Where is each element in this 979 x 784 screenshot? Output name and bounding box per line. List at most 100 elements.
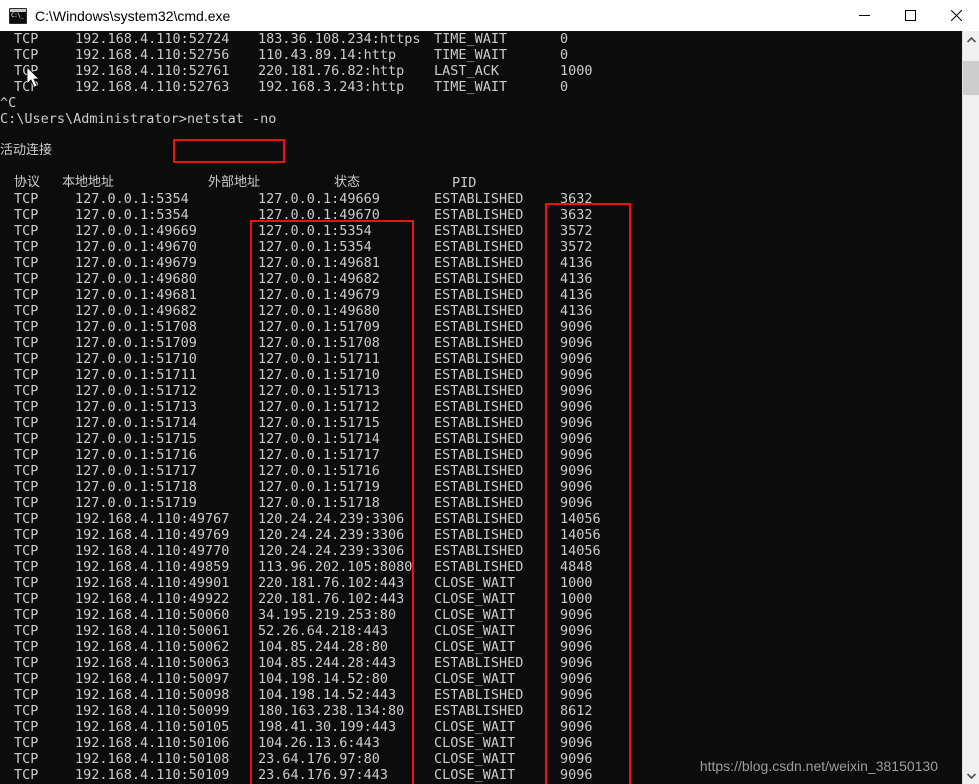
vertical-scrollbar[interactable] [962, 31, 979, 784]
col-proto: TCP [14, 223, 39, 239]
col-local: 192.168.4.110:50060 [75, 607, 230, 623]
col-foreign: 220.181.76.82:http [258, 63, 405, 79]
col-state: ESTABLISHED [434, 511, 524, 527]
col-proto: TCP [14, 575, 39, 591]
col-pid: 9096 [560, 719, 593, 735]
console-output-area[interactable]: TCP 192.168.4.110:52724 183.36.108.234:htt… [0, 31, 962, 784]
col-state: TIME_WAIT [434, 47, 508, 63]
col-state: CLOSE_WAIT [434, 719, 516, 735]
connection-row: TCP 127.0.0.1:51708 127.0.0.1:51709 ESTABLI… [0, 319, 962, 335]
maximize-button[interactable] [887, 0, 933, 31]
col-pid: 9096 [560, 495, 593, 511]
col-local: 127.0.0.1:51718 [75, 479, 197, 495]
col-state: ESTABLISHED [434, 687, 524, 703]
connection-row: TCP 192.168.4.110:49769 120.24.24.239:3306… [0, 527, 962, 543]
connection-row: TCP 127.0.0.1:51715 127.0.0.1:51714 ESTABLI… [0, 431, 962, 447]
col-pid: 4848 [560, 559, 593, 575]
connection-row: TCP 192.168.4.110:49922 220.181.76.102:443… [0, 591, 962, 607]
col-local: 192.168.4.110:50108 [75, 751, 230, 767]
col-foreign: 127.0.0.1:51715 [258, 415, 380, 431]
connection-row: TCP 192.168.4.110:52763 192.168.3.243:http… [0, 79, 962, 95]
col-state: ESTABLISHED [434, 367, 524, 383]
col-foreign: 127.0.0.1:51710 [258, 367, 380, 383]
col-pid: 9096 [560, 335, 593, 351]
col-foreign: 127.0.0.1:49670 [258, 207, 380, 223]
connection-row: TCP 127.0.0.1:51710 127.0.0.1:51711 ESTABLI… [0, 351, 962, 367]
col-proto: TCP [14, 415, 39, 431]
col-pid: 9096 [560, 383, 593, 399]
col-foreign: 120.24.24.239:3306 [258, 527, 405, 543]
col-pid: 3632 [560, 191, 593, 207]
col-proto: TCP [14, 655, 39, 671]
col-local: 127.0.0.1:51709 [75, 335, 197, 351]
connection-row: TCP 192.168.4.110:50063 104.85.244.28:443 E… [0, 655, 962, 671]
connection-row: TCP 192.168.4.110:50061 52.26.64.218:443 CL… [0, 623, 962, 639]
col-proto: TCP [14, 47, 39, 63]
col-proto: TCP [14, 463, 39, 479]
col-foreign: 220.181.76.102:443 [258, 591, 405, 607]
col-local: 192.168.4.110:50098 [75, 687, 230, 703]
col-local: 192.168.4.110:52761 [75, 63, 230, 79]
connection-row: TCP 192.168.4.110:52756 110.43.89.14:http T… [0, 47, 962, 63]
scroll-up-arrow-icon[interactable] [963, 31, 979, 48]
col-foreign: 120.24.24.239:3306 [258, 511, 405, 527]
connection-row: TCP 127.0.0.1:5354 127.0.0.1:49669 ESTABLIS… [0, 191, 962, 207]
connection-row: TCP 192.168.4.110:50099 180.163.238.134:80… [0, 703, 962, 719]
col-foreign: 104.26.13.6:443 [258, 735, 380, 751]
col-pid: 14056 [560, 511, 601, 527]
col-proto: TCP [14, 703, 39, 719]
col-proto: TCP [14, 287, 39, 303]
col-proto: TCP [14, 591, 39, 607]
col-local: 127.0.0.1:49681 [75, 287, 197, 303]
col-state: CLOSE_WAIT [434, 575, 516, 591]
col-state: ESTABLISHED [434, 207, 524, 223]
col-state: ESTABLISHED [434, 303, 524, 319]
col-foreign: 110.43.89.14:http [258, 47, 397, 63]
connection-row: TCP 127.0.0.1:49679 127.0.0.1:49681 ESTABLI… [0, 255, 962, 271]
col-foreign: 127.0.0.1:51711 [258, 351, 380, 367]
col-pid: 4136 [560, 255, 593, 271]
window-controls [841, 0, 979, 31]
col-proto: TCP [14, 751, 39, 767]
col-proto: TCP [14, 303, 39, 319]
prompt-line: C:\Users\Administrator>netstat -no [0, 111, 962, 127]
col-local: 127.0.0.1:49679 [75, 255, 197, 271]
connection-row: TCP 127.0.0.1:49682 127.0.0.1:49680 ESTABLI… [0, 303, 962, 319]
col-foreign: 127.0.0.1:51716 [258, 463, 380, 479]
col-local: 127.0.0.1:51711 [75, 367, 197, 383]
connection-row: TCP 127.0.0.1:49681 127.0.0.1:49679 ESTABLI… [0, 287, 962, 303]
col-pid: 8612 [560, 703, 593, 719]
minimize-button[interactable] [841, 0, 887, 31]
connection-row: TCP 192.168.4.110:50106 104.26.13.6:443 CLO… [0, 735, 962, 751]
col-proto: TCP [14, 639, 39, 655]
col-proto: TCP [14, 207, 39, 223]
scrollbar-thumb[interactable] [963, 61, 979, 95]
col-foreign: 127.0.0.1:51712 [258, 399, 380, 415]
close-button[interactable] [933, 0, 979, 31]
col-foreign: 220.181.76.102:443 [258, 575, 405, 591]
col-foreign: 127.0.0.1:51708 [258, 335, 380, 351]
col-local: 192.168.4.110:50109 [75, 767, 230, 783]
col-foreign: 127.0.0.1:51717 [258, 447, 380, 463]
window-titlebar[interactable]: C:\Windows\system32\cmd.exe [0, 0, 979, 32]
col-local: 192.168.4.110:52756 [75, 47, 230, 63]
col-proto: TCP [14, 239, 39, 255]
col-state: ESTABLISHED [434, 271, 524, 287]
col-foreign: 127.0.0.1:5354 [258, 223, 372, 239]
col-local: 192.168.4.110:50106 [75, 735, 230, 751]
col-local: 192.168.4.110:49901 [75, 575, 230, 591]
connection-row: TCP 192.168.4.110:49767 120.24.24.239:3306… [0, 511, 962, 527]
col-proto: TCP [14, 31, 39, 47]
connection-row: TCP 127.0.0.1:51717 127.0.0.1:51716 ESTABLI… [0, 463, 962, 479]
col-state: CLOSE_WAIT [434, 767, 516, 783]
col-foreign: 127.0.0.1:51709 [258, 319, 380, 335]
col-proto: TCP [14, 79, 39, 95]
col-state: ESTABLISHED [434, 479, 524, 495]
col-proto: TCP [14, 255, 39, 271]
col-local: 192.168.4.110:49769 [75, 527, 230, 543]
col-state: ESTABLISHED [434, 431, 524, 447]
scroll-down-arrow-icon[interactable] [963, 767, 979, 784]
col-foreign: 127.0.0.1:49669 [258, 191, 380, 207]
col-state: ESTABLISHED [434, 495, 524, 511]
